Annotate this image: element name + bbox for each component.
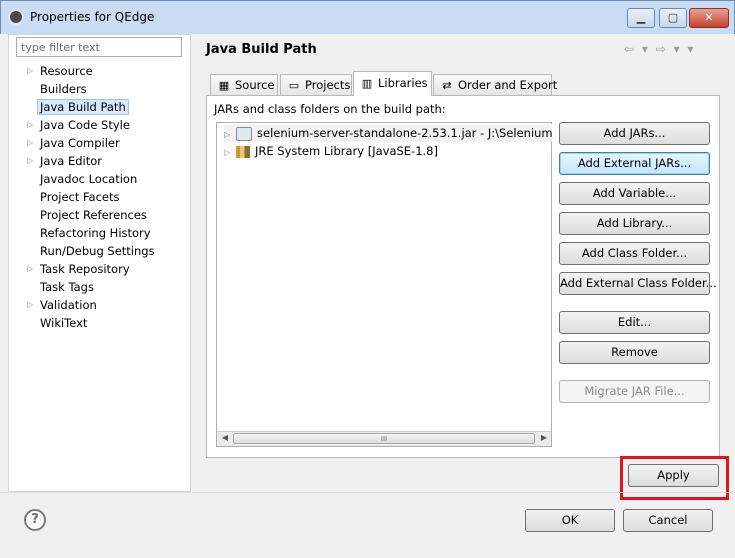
tree-item-label: Refactoring History <box>40 226 151 240</box>
add-variable-button[interactable]: Add Variable... <box>559 182 710 205</box>
expand-arrow-icon[interactable]: ▷ <box>224 126 236 142</box>
add-external-class-folder-button[interactable]: Add External Class Folder... <box>559 272 717 295</box>
build-path-entries-list[interactable]: ▷ selenium-server-standalone-2.53.1.jar -… <box>216 122 552 447</box>
tree-item-label: Project References <box>40 208 147 222</box>
tree-item-label: Java Compiler <box>40 136 120 150</box>
bottom-divider <box>0 492 735 493</box>
tree-item-label: Builders <box>40 82 87 96</box>
remove-button[interactable]: Remove <box>559 341 710 364</box>
tree-item-task-repository[interactable]: ▷ Task Repository <box>24 260 189 278</box>
maximize-button[interactable]: ▢ <box>659 8 687 28</box>
tree-item-java-build-path[interactable]: Java Build Path <box>24 98 189 116</box>
tree-item-label: Validation <box>40 298 97 312</box>
tree-item-java-compiler[interactable]: ▷ Java Compiler <box>24 134 189 152</box>
list-item[interactable]: ▷ selenium-server-standalone-2.53.1.jar -… <box>224 124 552 142</box>
tree-item-label: Resource <box>40 64 93 78</box>
projects-folder-icon: ▭ <box>288 79 300 92</box>
tab-label: Source <box>235 78 275 92</box>
eclipse-app-icon <box>8 9 24 25</box>
list-item[interactable]: ▷ JRE System Library [JavaSE-1.8] <box>224 142 552 160</box>
scroll-left-arrow-icon[interactable]: ◀ <box>219 433 231 445</box>
tree-item-refactoring-history[interactable]: Refactoring History <box>24 224 189 242</box>
tree-item-label: Java Editor <box>40 154 102 168</box>
tree-item-validation[interactable]: ▷ Validation <box>24 296 189 314</box>
properties-tree: ▷ Resource Builders Java Build Path ▷ Java Co… <box>24 62 189 332</box>
close-button[interactable]: ✕ <box>689 8 729 28</box>
add-class-folder-button[interactable]: Add Class Folder... <box>559 242 710 265</box>
tree-item-javadoc-location[interactable]: Javadoc Location <box>24 170 189 188</box>
tree-item-label: Project Facets <box>40 190 120 204</box>
tree-item-label: Java Build Path <box>37 99 129 115</box>
entry-label: selenium-server-standalone-2.53.1.jar - … <box>257 126 552 140</box>
tab-projects[interactable]: ▭ Projects <box>280 74 352 95</box>
page-title: Java Build Path <box>206 42 317 57</box>
cancel-button[interactable]: Cancel <box>623 509 713 532</box>
tree-item-resource[interactable]: ▷ Resource <box>24 62 189 80</box>
source-folder-icon: ▦ <box>218 79 230 92</box>
expand-arrow-icon[interactable]: ▷ <box>27 116 37 134</box>
tree-item-task-tags[interactable]: Task Tags <box>24 278 189 296</box>
tree-item-label: Task Tags <box>40 280 94 294</box>
add-jars-button[interactable]: Add JARs... <box>559 122 710 145</box>
expand-arrow-icon[interactable]: ▷ <box>27 134 37 152</box>
minimize-button[interactable]: ▁ <box>627 8 655 28</box>
tree-item-project-references[interactable]: Project References <box>24 206 189 224</box>
filter-input[interactable] <box>16 37 182 57</box>
library-icon <box>236 145 250 158</box>
tab-libraries[interactable]: ▥ Libraries <box>353 71 432 96</box>
apply-button[interactable]: Apply <box>628 464 719 487</box>
tree-item-project-facets[interactable]: Project Facets <box>24 188 189 206</box>
scrollbar-thumb[interactable]: III <box>233 433 535 444</box>
tree-item-label: Javadoc Location <box>40 172 138 186</box>
libraries-icon: ▥ <box>361 77 373 90</box>
tree-item-wikitext[interactable]: WikiText <box>24 314 189 332</box>
add-external-jars-button[interactable]: Add External JARs... <box>559 152 710 175</box>
tree-item-label: Task Repository <box>40 262 130 276</box>
tree-item-run-debug-settings[interactable]: Run/Debug Settings <box>24 242 189 260</box>
window-title: Properties for QEdge <box>30 10 155 24</box>
order-export-icon: ⇄ <box>442 79 452 92</box>
build-path-label: JARs and class folders on the build path… <box>214 102 446 116</box>
tree-item-java-editor[interactable]: ▷ Java Editor <box>24 152 189 170</box>
scroll-right-arrow-icon[interactable]: ▶ <box>538 433 550 445</box>
history-navigation-arrows[interactable]: ⇦ ▾ ⇨ ▾ ▾ <box>624 42 695 56</box>
tab-label: Projects <box>305 78 351 92</box>
tree-item-java-code-style[interactable]: ▷ Java Code Style <box>24 116 189 134</box>
tree-item-label: Run/Debug Settings <box>40 244 155 258</box>
expand-arrow-icon[interactable]: ▷ <box>27 296 37 314</box>
add-library-button[interactable]: Add Library... <box>559 212 710 235</box>
help-icon[interactable]: ? <box>24 509 46 531</box>
tab-label: Libraries <box>378 76 428 90</box>
ok-button[interactable]: OK <box>525 509 615 532</box>
tree-item-builders[interactable]: Builders <box>24 80 189 98</box>
expand-arrow-icon[interactable]: ▷ <box>27 152 37 170</box>
expand-arrow-icon[interactable]: ▷ <box>27 260 37 278</box>
tab-source[interactable]: ▦ Source <box>210 74 278 95</box>
migrate-jar-file-button[interactable]: Migrate JAR File... <box>559 380 710 403</box>
jar-icon <box>236 126 252 141</box>
edit-button[interactable]: Edit... <box>559 311 710 334</box>
expand-arrow-icon[interactable]: ▷ <box>27 62 37 80</box>
expand-arrow-icon[interactable]: ▷ <box>224 144 236 160</box>
tree-item-label: Java Code Style <box>40 118 130 132</box>
tree-item-label: WikiText <box>40 316 88 330</box>
tab-label: Order and Export <box>458 78 558 92</box>
entry-label: JRE System Library [JavaSE-1.8] <box>255 144 438 158</box>
tab-order-and-export[interactable]: ⇄ Order and Export <box>433 74 557 95</box>
